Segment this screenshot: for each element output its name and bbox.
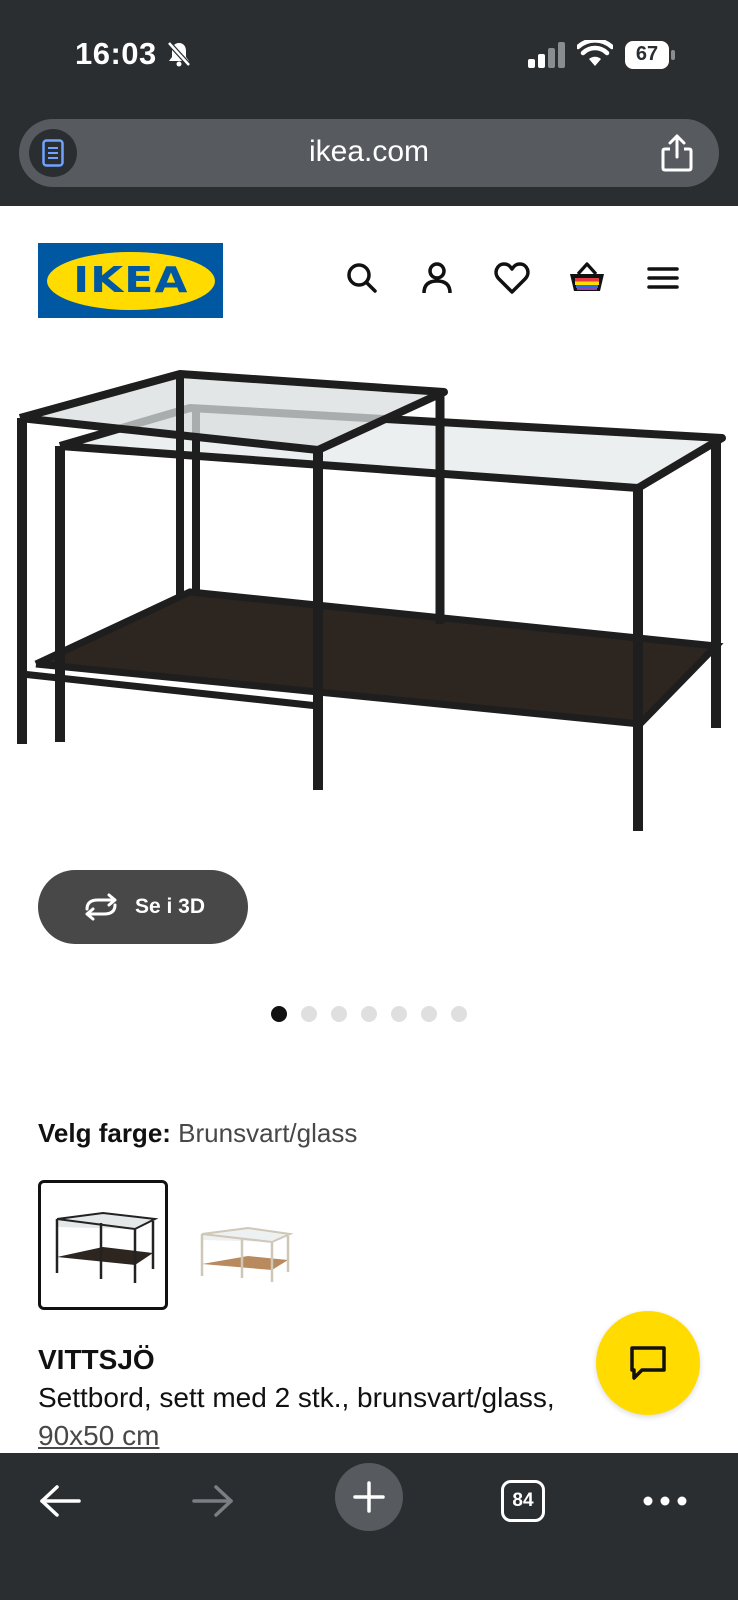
view-in-3d-button[interactable]: Se i 3D [38,870,248,944]
tab-count: 84 [501,1480,545,1522]
basket-icon[interactable] [567,258,607,298]
pagination-dot-4[interactable] [361,1006,377,1022]
arrow-left-icon [40,1485,81,1517]
browser-address-area: ikea.com [0,108,738,206]
swatch-thumbnail-light [200,1226,294,1282]
pagination-dot-6[interactable] [421,1006,437,1022]
product-name: VITTSJÖ [38,1344,155,1375]
ikea-logo[interactable]: IKEA [38,243,223,318]
search-icon[interactable] [342,258,382,298]
account-icon[interactable] [417,258,457,298]
browser-toolbar: 84 [0,1453,738,1600]
status-bar: 16:03 67 [0,0,738,108]
pagination-dot-5[interactable] [391,1006,407,1022]
url-text[interactable]: ikea.com [19,135,719,169]
menu-icon[interactable] [643,258,683,298]
chat-button[interactable] [596,1311,700,1415]
swatch-thumbnail-dark [55,1211,159,1283]
address-bar[interactable]: ikea.com [19,119,719,187]
color-value: Brunsvart/glass [178,1118,358,1148]
web-page: IKEA Se i 3D Velg farge: Brunsvart/glass… [0,206,738,1453]
pagination-dot-2[interactable] [301,1006,317,1022]
logo-oval: IKEA [46,251,215,310]
more-dots-icon [643,1496,687,1506]
logo-text: IKEA [72,260,189,301]
view-in-3d-label: Se i 3D [134,895,206,918]
product-description: Settbord, sett med 2 stk., brunsvart/gla… [38,1382,555,1413]
wifi-icon [577,40,613,66]
arrow-right-icon [192,1485,233,1517]
color-selection-label: Velg farge: Brunsvart/glass [38,1118,357,1149]
plus-icon [353,1481,385,1513]
image-pagination [0,1006,738,1022]
product-image[interactable] [0,356,738,876]
color-swatch-brown-black[interactable] [38,1180,168,1310]
color-label-title: Velg farge: [38,1118,171,1148]
pagination-dot-3[interactable] [331,1006,347,1022]
share-icon[interactable] [659,133,695,173]
battery-icon: 67 [625,41,675,69]
chat-icon [630,1346,666,1380]
back-button[interactable] [32,1473,88,1529]
heart-icon[interactable] [492,258,532,298]
color-swatch-white-glass[interactable] [186,1180,316,1310]
pagination-dot-7[interactable] [451,1006,467,1022]
rotate-3d-icon [85,893,117,921]
tabs-button[interactable]: 84 [495,1473,551,1529]
silent-bell-icon [167,41,191,67]
pagination-dot-1[interactable] [271,1006,287,1022]
battery-level: 67 [635,43,659,65]
more-options-button[interactable] [637,1473,693,1529]
cellular-signal-icon [528,42,565,68]
new-tab-button[interactable] [335,1463,403,1531]
status-time: 16:03 [75,36,157,71]
forward-button[interactable] [185,1473,241,1529]
product-size-link[interactable]: 90x50 cm [38,1420,159,1452]
